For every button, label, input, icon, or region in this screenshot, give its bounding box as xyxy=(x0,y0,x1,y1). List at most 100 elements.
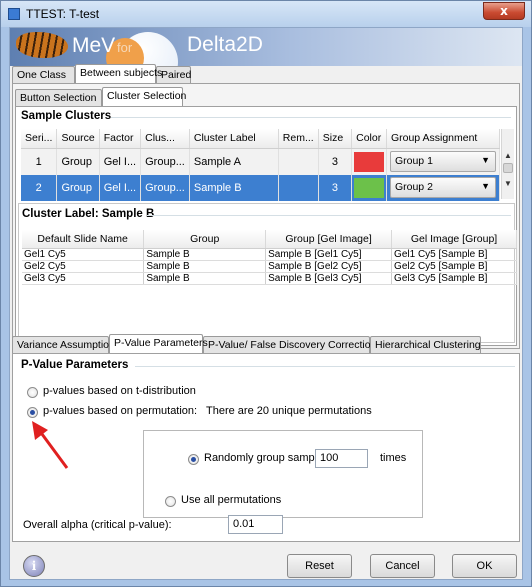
clusters-scrollbar[interactable]: ▲ ▼ xyxy=(501,129,514,199)
scroll-down-icon[interactable]: ▼ xyxy=(504,179,512,188)
cell: Gel3 Cy5 xyxy=(22,272,145,285)
times-label: times xyxy=(380,452,407,464)
random-group-radio[interactable] xyxy=(188,454,199,465)
col-source[interactable]: Source xyxy=(56,129,100,149)
alpha-label: Overall alpha (critical p-value): xyxy=(23,519,172,531)
tab-one-class[interactable]: One Class xyxy=(12,66,75,83)
close-button[interactable]: x xyxy=(483,2,525,20)
alpha-input[interactable]: 0.01 xyxy=(228,515,283,534)
cell-group: Group 1 ▼ xyxy=(386,148,501,175)
col-group[interactable]: Group xyxy=(143,230,267,249)
cell-source: Group xyxy=(56,148,100,175)
cell-color xyxy=(351,174,387,201)
col-factor[interactable]: Factor xyxy=(99,129,142,149)
cell-serial: 2 xyxy=(21,174,58,201)
for-logo-text: for xyxy=(117,40,133,55)
random-group-label[interactable]: Randomly group samples xyxy=(204,452,329,464)
tab-button-selection[interactable]: Button Selection xyxy=(15,89,102,106)
divider xyxy=(135,366,515,367)
t-distribution-radio[interactable] xyxy=(27,387,38,398)
scroll-up-icon[interactable]: ▲ xyxy=(504,151,512,160)
table-row[interactable]: Gel1 Cy5 Sample B Sample B [Gel1 Cy5] Ge… xyxy=(22,248,517,261)
tab-variance-assumption[interactable]: Variance Assumption xyxy=(12,336,115,353)
use-all-radio[interactable] xyxy=(165,496,176,507)
group-select-value: Group 1 xyxy=(394,155,433,167)
window-title: TTEST: T-test xyxy=(26,7,100,21)
cell: Sample B [Gel2 Cy5] xyxy=(265,260,393,273)
col-size[interactable]: Size xyxy=(318,129,353,149)
info-button[interactable]: i xyxy=(23,555,45,577)
cell: Gel3 Cy5 [Sample B] xyxy=(391,272,517,285)
tab-pvalue-parameters[interactable]: P-Value Parameters xyxy=(109,334,208,353)
unique-permutations-text: There are 20 unique permutations xyxy=(206,405,372,417)
col-group-assignment[interactable]: Group Assignment xyxy=(386,129,501,149)
tab-hierarchical-clustering[interactable]: Hierarchical Clustering xyxy=(370,336,481,353)
t-distribution-label[interactable]: p-values based on t-distribution xyxy=(43,385,196,397)
permutation-radio[interactable] xyxy=(27,407,38,418)
cell-group: Group 2 ▼ xyxy=(386,174,501,201)
selection-tabs: Button Selection Cluster Selection xyxy=(15,87,215,106)
permutation-options-box: Randomly group samples 100 times Use all… xyxy=(143,430,423,518)
divider xyxy=(111,117,511,118)
cluster-label-title: Cluster Label: Sample B xyxy=(22,208,155,220)
cell-remarks xyxy=(278,148,319,175)
pvalue-parameters-title: P-Value Parameters xyxy=(21,359,129,371)
arrow-shaft xyxy=(37,429,69,469)
mev-banner: MeV for Delta2D xyxy=(10,28,522,66)
pvalue-parameters-panel: P-Value Parameters p-values based on t-d… xyxy=(12,353,520,542)
design-tabs: One Class Between subjects Paired xyxy=(12,64,312,83)
cell-size: 3 xyxy=(318,148,353,175)
col-cluster-label[interactable]: Cluster Label xyxy=(189,129,279,149)
cell: Sample B [Gel1 Cy5] xyxy=(265,248,393,261)
col-default-slide-name[interactable]: Default Slide Name xyxy=(22,230,145,249)
group-assignment-select[interactable]: Group 2 ▼ xyxy=(389,177,496,198)
sample-clusters-title: Sample Clusters xyxy=(21,110,112,122)
cell-color xyxy=(351,148,387,175)
cell: Sample B [Gel3 Cy5] xyxy=(265,272,393,285)
cell: Gel2 Cy5 [Sample B] xyxy=(391,260,517,273)
cancel-button[interactable]: Cancel xyxy=(370,554,435,578)
cell-cluster: Group... xyxy=(140,148,190,175)
table-row[interactable]: 2 Group Gel I... Group... Sample B 3 Gro… xyxy=(21,174,501,201)
use-all-label[interactable]: Use all permutations xyxy=(181,494,281,506)
cluster-label-panel: Cluster Label: Sample B Default Slide Na… xyxy=(18,203,517,343)
cell: Gel2 Cy5 xyxy=(22,260,145,273)
mev-logo-text: MeV xyxy=(72,34,116,57)
app-icon xyxy=(8,8,20,20)
cell-source: Group xyxy=(56,174,100,201)
annotation-arrow-icon xyxy=(32,421,69,469)
ttest-dialog: TTEST: T-test x MeV for Delta2D One Clas… xyxy=(0,0,532,587)
col-serial[interactable]: Seri... xyxy=(21,129,58,149)
col-remarks[interactable]: Rem... xyxy=(278,129,319,149)
random-samples-input[interactable]: 100 xyxy=(315,449,368,468)
cell-label: Sample B xyxy=(189,174,279,201)
cell-factor: Gel I... xyxy=(99,148,142,175)
color-swatch[interactable] xyxy=(354,151,384,172)
color-swatch[interactable] xyxy=(354,177,384,198)
col-cluster[interactable]: Clus... xyxy=(140,129,190,149)
col-group-gel-image[interactable]: Group [Gel Image] xyxy=(265,230,393,249)
table-row[interactable]: Gel3 Cy5 Sample B Sample B [Gel3 Cy5] Ge… xyxy=(22,272,517,285)
tab-cluster-selection[interactable]: Cluster Selection xyxy=(102,87,186,106)
cell-cluster: Group... xyxy=(140,174,190,201)
dropdown-arrow-icon: ▼ xyxy=(481,181,490,191)
table-row[interactable]: 1 Group Gel I... Group... Sample A 3 Gro… xyxy=(21,148,501,175)
cell-label: Sample A xyxy=(189,148,279,175)
ok-button[interactable]: OK xyxy=(452,554,517,578)
col-color[interactable]: Color xyxy=(351,129,387,149)
cell: Gel1 Cy5 [Sample B] xyxy=(391,248,517,261)
reset-button[interactable]: Reset xyxy=(287,554,352,578)
group-select-value: Group 2 xyxy=(394,181,433,193)
cell-remarks xyxy=(278,174,319,201)
cell-factor: Gel I... xyxy=(99,174,142,201)
tab-pvalue-fdr[interactable]: P-Value/ False Discovery Corrections xyxy=(203,336,382,353)
title-bar[interactable]: TTEST: T-test x xyxy=(1,1,531,27)
tab-between-subjects[interactable]: Between subjects xyxy=(75,64,162,83)
cell: Gel1 Cy5 xyxy=(22,248,145,261)
dropdown-arrow-icon: ▼ xyxy=(481,155,490,165)
scroll-thumb[interactable] xyxy=(503,163,513,173)
table-row[interactable]: Gel2 Cy5 Sample B Sample B [Gel2 Cy5] Ge… xyxy=(22,260,517,273)
group-assignment-select[interactable]: Group 1 ▼ xyxy=(389,151,496,172)
permutation-label[interactable]: p-values based on permutation: xyxy=(43,405,197,417)
col-gel-image-group[interactable]: Gel Image [Group] xyxy=(391,230,517,249)
